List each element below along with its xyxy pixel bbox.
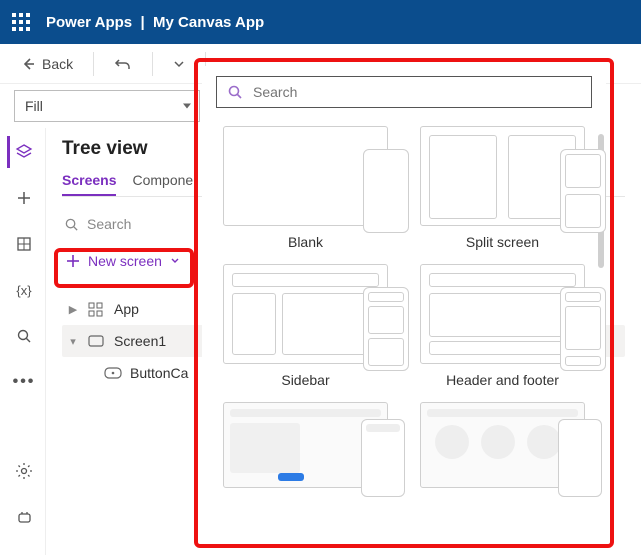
rail-more[interactable]: ••• (7, 366, 39, 398)
layout-cards: Blank Split screen (216, 126, 592, 488)
rail-settings[interactable] (7, 455, 39, 487)
table-icon (16, 236, 32, 252)
rail-variables[interactable]: {x} (7, 274, 39, 306)
plus-icon (16, 190, 32, 206)
titlebar: Power Apps | My Canvas App (0, 0, 641, 44)
search-icon (16, 328, 32, 344)
rail-search[interactable] (7, 320, 39, 352)
variable-icon: {x} (16, 283, 31, 298)
card-label: Split screen (466, 234, 539, 250)
chevron-right-icon: ▶ (66, 303, 80, 316)
card-label: Blank (288, 234, 323, 250)
tree-node-label: ButtonCa (130, 365, 188, 381)
layout-card-sidebar[interactable]: Sidebar (220, 264, 391, 388)
back-label: Back (42, 56, 73, 72)
property-label: Fill (25, 98, 43, 114)
tree-node-label: Screen1 (114, 333, 166, 349)
ellipsis-icon: ••• (13, 373, 36, 391)
card-label: Sidebar (281, 372, 329, 388)
property-selector[interactable]: Fill (14, 90, 200, 122)
back-arrow-icon (20, 56, 36, 72)
undo-button[interactable] (108, 51, 138, 77)
card-label: Header and footer (446, 372, 559, 388)
tab-components[interactable]: Compone (132, 166, 193, 196)
layout-card-header-footer[interactable]: Header and footer (417, 264, 588, 388)
button-icon (104, 367, 122, 379)
flyout-search[interactable] (216, 76, 592, 108)
flyout-search-input[interactable] (253, 84, 581, 100)
back-button[interactable]: Back (14, 52, 79, 76)
separator (152, 52, 153, 76)
new-screen-flyout: Blank Split screen (202, 66, 606, 540)
layout-card-extra-2[interactable] (417, 402, 588, 488)
tree-node-label: App (114, 301, 139, 317)
tree-search-placeholder: Search (87, 216, 131, 232)
highlight-new-screen (54, 248, 194, 288)
search-icon (227, 84, 243, 100)
layout-card-extra-1[interactable] (220, 402, 391, 488)
layers-icon (15, 143, 33, 161)
waffle-icon[interactable] (12, 13, 30, 31)
tab-screens[interactable]: Screens (62, 166, 116, 196)
undo-icon (114, 55, 132, 73)
virtual-agent-icon (16, 509, 33, 526)
layout-card-blank[interactable]: Blank (220, 126, 391, 250)
rail-tree-view[interactable] (7, 136, 39, 168)
rail-data[interactable] (7, 228, 39, 260)
left-rail: {x} ••• (0, 128, 46, 555)
chevron-down-icon (173, 58, 185, 70)
undo-split-button[interactable] (167, 54, 191, 74)
chevron-down-icon: ▾ (66, 335, 80, 348)
title-text: Power Apps | My Canvas App (46, 14, 264, 31)
app-icon (88, 302, 106, 317)
separator (93, 52, 94, 76)
search-icon (64, 217, 79, 232)
rail-insert[interactable] (7, 182, 39, 214)
rail-tools[interactable] (7, 501, 39, 533)
layout-card-split-screen[interactable]: Split screen (417, 126, 588, 250)
gear-icon (15, 462, 33, 480)
screen-icon (88, 335, 106, 347)
